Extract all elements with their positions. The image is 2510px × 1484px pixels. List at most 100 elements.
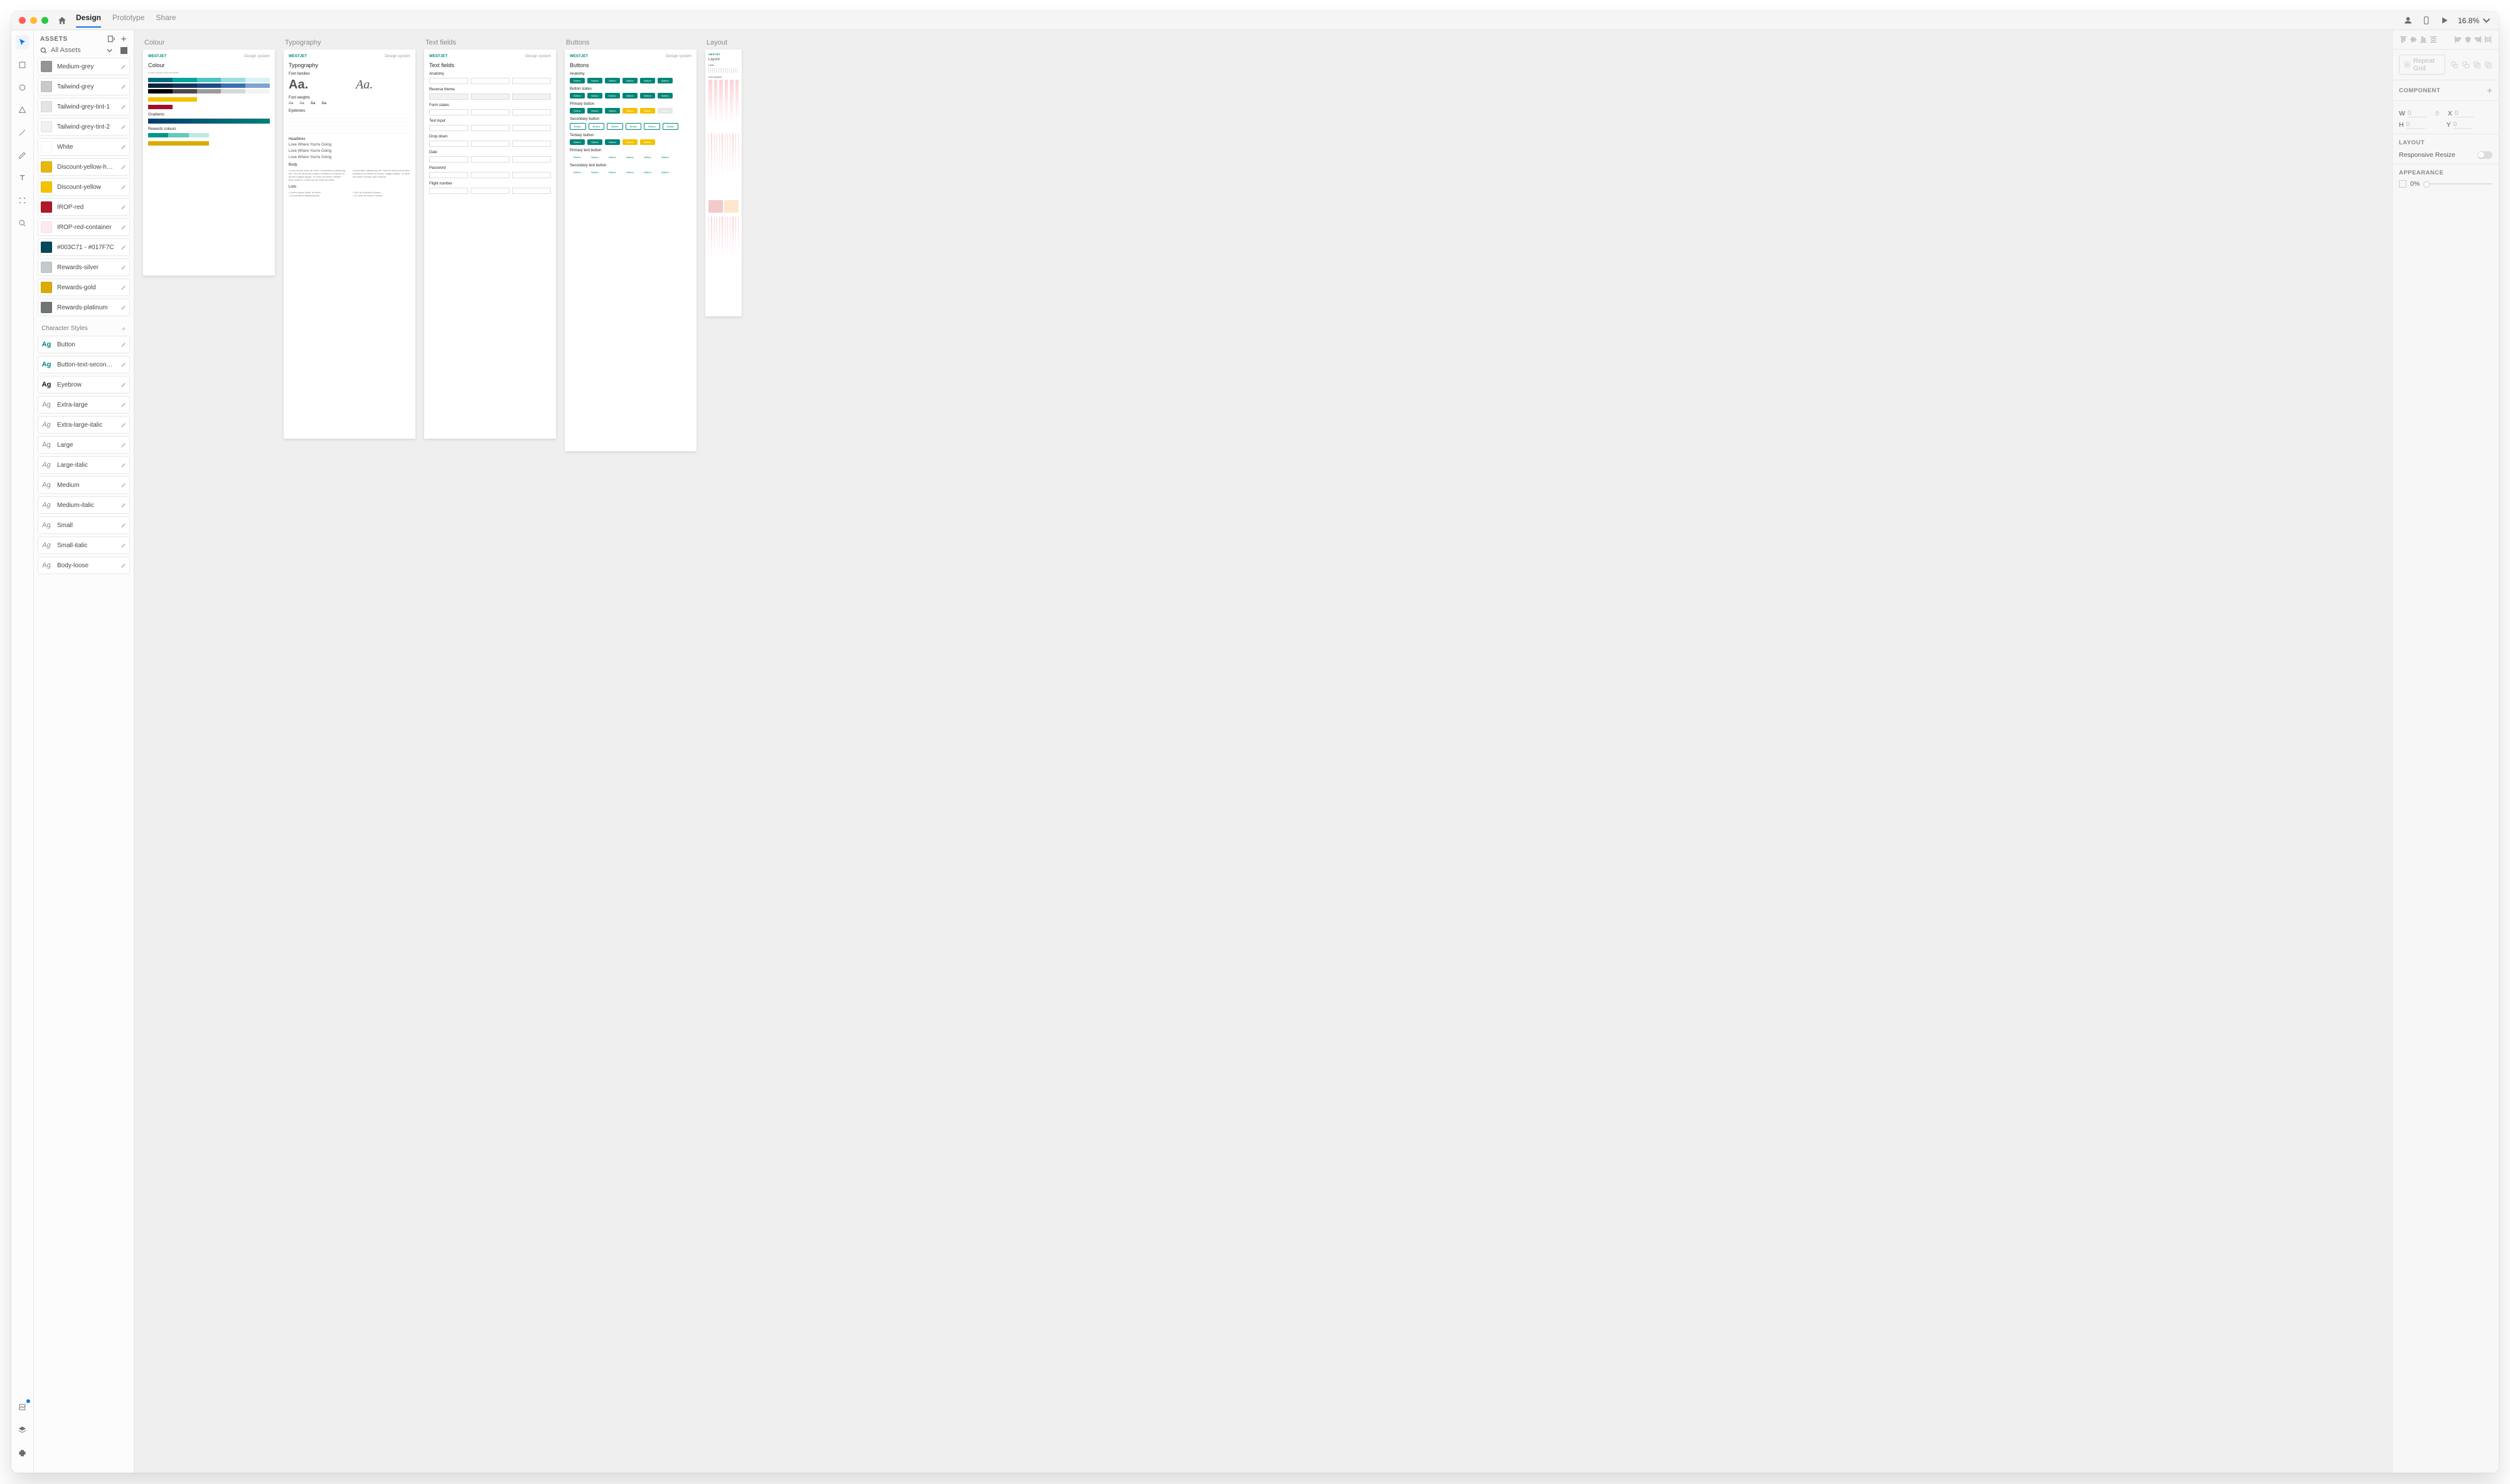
asset-charstyle-row[interactable]: Ag Medium [38, 476, 130, 494]
tool-line[interactable] [16, 125, 29, 139]
minimize-window-button[interactable] [30, 17, 37, 24]
asset-color-row[interactable]: Tailwind-grey [38, 78, 130, 95]
asset-color-row[interactable]: Rewards-platinum [38, 299, 130, 316]
asset-color-row[interactable]: White [38, 138, 130, 156]
asset-color-row[interactable]: Rewards-gold [38, 279, 130, 296]
responsive-resize-toggle[interactable] [2477, 151, 2492, 159]
asset-charstyle-row[interactable]: Ag Eyebrow [38, 376, 130, 393]
edit-icon[interactable] [120, 164, 127, 171]
edit-icon[interactable] [120, 462, 127, 469]
edit-icon[interactable] [120, 264, 127, 271]
artboard-layout[interactable]: WESTJET Layout Units Grid system [705, 50, 742, 316]
tool-rectangle[interactable] [16, 58, 29, 72]
device-preview-icon[interactable] [2422, 16, 2431, 25]
tool-artboard[interactable] [16, 193, 29, 207]
artboard-label[interactable]: Typography [285, 39, 415, 46]
asset-charstyle-row[interactable]: Ag Button [38, 336, 130, 353]
assets-search[interactable]: All Assets [34, 46, 134, 58]
edit-icon[interactable] [120, 562, 127, 569]
asset-color-row[interactable]: Discount-yellow-ho… [38, 158, 130, 176]
artboard-typography[interactable]: WESTJETDesign system Typography Font fam… [284, 50, 415, 439]
asset-color-row[interactable]: Rewards-silver [38, 259, 130, 276]
asset-color-row[interactable]: #003C71 - #017F7C [38, 238, 130, 256]
artboard-textfields[interactable]: WESTJETDesign system Text fields Anatomy… [424, 50, 556, 439]
tool-zoom[interactable] [16, 216, 29, 230]
libraries-panel-button[interactable] [16, 1400, 29, 1414]
add-op-icon[interactable] [2450, 61, 2459, 69]
asset-charstyle-row[interactable]: Ag Large-italic [38, 456, 130, 474]
asset-charstyle-row[interactable]: Ag Button-text-secon… [38, 356, 130, 373]
tool-ellipse[interactable] [16, 80, 29, 94]
artboard-label[interactable]: Text fields [425, 39, 556, 46]
edit-icon[interactable] [120, 224, 127, 231]
align-bottom-icon[interactable] [2419, 35, 2428, 44]
layers-panel-button[interactable] [16, 1423, 29, 1436]
add-asset-icon[interactable] [120, 35, 127, 43]
align-right-icon[interactable] [2474, 35, 2482, 44]
edit-icon[interactable] [120, 422, 127, 429]
asset-color-row[interactable]: Discount-yellow [38, 178, 130, 196]
align-vcenter-icon[interactable] [2409, 35, 2418, 44]
edit-icon[interactable] [120, 522, 127, 529]
repeat-grid-button[interactable]: Repeat Grid [2399, 55, 2445, 75]
edit-icon[interactable] [120, 184, 127, 191]
tab-share[interactable]: Share [156, 13, 176, 28]
zoom-level[interactable]: 16.8% [2458, 16, 2491, 25]
intersect-op-icon[interactable] [2473, 61, 2481, 69]
canvas[interactable]: Colour WESTJETDesign system Colour Lorem… [134, 30, 2392, 1473]
asset-color-row[interactable]: IROP-red-container [38, 218, 130, 236]
width-input[interactable] [2408, 110, 2427, 117]
close-window-button[interactable] [19, 17, 26, 24]
maximize-window-button[interactable] [41, 17, 48, 24]
play-icon[interactable] [2440, 16, 2449, 25]
tool-polygon[interactable] [16, 103, 29, 117]
edit-icon[interactable] [120, 361, 127, 368]
distribute-h-icon[interactable] [2484, 35, 2492, 44]
asset-charstyle-row[interactable]: Ag Extra-large-italic [38, 416, 130, 434]
list-view-icon[interactable] [120, 47, 127, 54]
edit-icon[interactable] [120, 63, 127, 70]
tab-design[interactable]: Design [76, 13, 101, 28]
asset-color-row[interactable]: Tailwind-grey-tint-2 [38, 118, 130, 136]
plugins-panel-button[interactable] [16, 1445, 29, 1459]
subtract-op-icon[interactable] [2462, 61, 2470, 69]
distribute-v-icon[interactable] [2429, 35, 2438, 44]
edit-icon[interactable] [120, 144, 127, 151]
lock-aspect-icon[interactable] [2434, 110, 2440, 116]
tab-prototype[interactable]: Prototype [112, 13, 144, 28]
asset-charstyle-row[interactable]: Ag Medium-italic [38, 496, 130, 514]
edit-icon[interactable] [120, 244, 127, 251]
publish-icon[interactable] [107, 35, 115, 43]
edit-icon[interactable] [120, 204, 127, 211]
artboard-label[interactable]: Buttons [566, 39, 697, 46]
exclude-op-icon[interactable] [2484, 61, 2492, 69]
align-top-icon[interactable] [2399, 35, 2408, 44]
asset-charstyle-row[interactable]: Ag Small [38, 516, 130, 534]
align-hcenter-icon[interactable] [2464, 35, 2472, 44]
edit-icon[interactable] [120, 382, 127, 388]
y-input[interactable] [2454, 121, 2472, 129]
edit-icon[interactable] [120, 284, 127, 291]
asset-color-row[interactable]: Tailwind-grey-tint-1 [38, 98, 130, 115]
edit-icon[interactable] [120, 542, 127, 549]
height-input[interactable] [2406, 121, 2425, 129]
artboard-buttons[interactable]: WESTJETDesign system Buttons AnatomyButt… [565, 50, 697, 451]
tool-pen[interactable] [16, 148, 29, 162]
asset-charstyle-row[interactable]: Ag Large [38, 436, 130, 454]
edit-icon[interactable] [120, 502, 127, 509]
x-input[interactable] [2455, 110, 2474, 117]
edit-icon[interactable] [120, 341, 127, 348]
asset-color-row[interactable]: Medium-grey [38, 58, 130, 75]
profile-icon[interactable] [2403, 16, 2413, 25]
align-left-icon[interactable] [2454, 35, 2462, 44]
tool-text[interactable] [16, 171, 29, 184]
asset-charstyle-row[interactable]: Ag Extra-large [38, 396, 130, 414]
edit-icon[interactable] [120, 304, 127, 311]
edit-icon[interactable] [120, 83, 127, 90]
home-icon[interactable] [57, 16, 67, 26]
tool-select[interactable] [16, 35, 29, 49]
edit-icon[interactable] [120, 482, 127, 489]
artboard-label[interactable]: Layout [707, 39, 742, 46]
edit-icon[interactable] [120, 124, 127, 131]
edit-icon[interactable] [120, 104, 127, 110]
